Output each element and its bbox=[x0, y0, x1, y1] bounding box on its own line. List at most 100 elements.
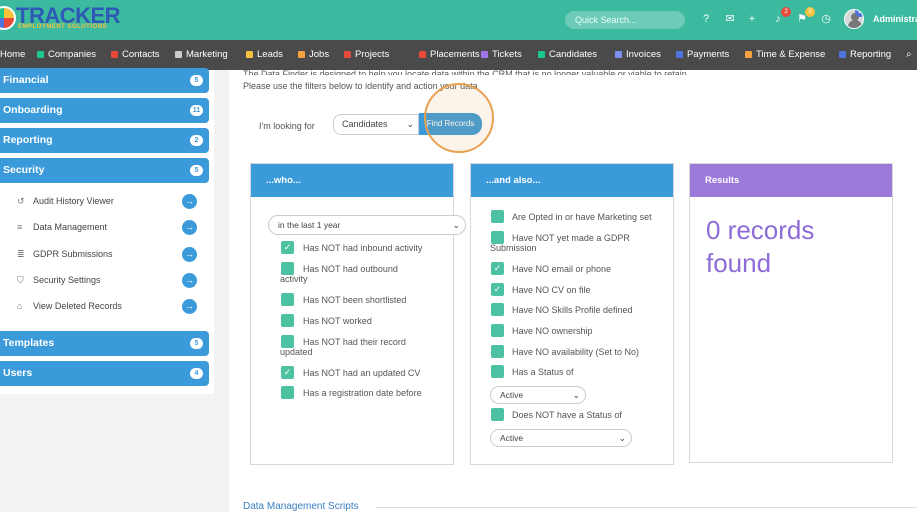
add-icon[interactable]: + bbox=[746, 13, 758, 25]
sidebar-item-audit-history-viewer[interactable]: ↺ Audit History Viewer → bbox=[0, 188, 209, 214]
filter-label: Has NOT had an updated CV bbox=[303, 368, 421, 378]
find-records-button[interactable]: Find Records bbox=[419, 113, 482, 135]
user-name[interactable]: Administrator bbox=[873, 14, 917, 24]
checkbox[interactable] bbox=[491, 365, 504, 378]
checkbox-checked[interactable]: ✓ bbox=[491, 283, 504, 296]
nav-item-reporting[interactable]: Reporting bbox=[839, 40, 891, 70]
help-icon-glyph: ? bbox=[702, 13, 710, 25]
checkbox[interactable] bbox=[491, 324, 504, 337]
nav-item-companies[interactable]: Companies bbox=[37, 40, 96, 70]
sidebar-section-reporting[interactable]: Reporting 2 bbox=[0, 128, 209, 153]
checkbox[interactable] bbox=[491, 210, 504, 223]
record-type-select[interactable]: Candidates ⌄ bbox=[333, 114, 419, 135]
checkbox-checked[interactable]: ✓ bbox=[491, 262, 504, 275]
sidebar-item-security-settings[interactable]: ⛉ Security Settings → bbox=[0, 267, 209, 293]
chevron-down-icon: ⌄ bbox=[406, 119, 414, 129]
history-icon: ↺ bbox=[17, 196, 25, 206]
chevron-down-icon: ⌄ bbox=[618, 433, 626, 443]
sidebar-section-label: Security bbox=[3, 164, 45, 176]
nav-item-label: Leads bbox=[257, 49, 283, 60]
filter-label: Has NOT worked bbox=[303, 316, 372, 326]
logo-mark-icon bbox=[0, 6, 16, 30]
avatar[interactable]: 2 bbox=[844, 9, 864, 29]
filter-label: Has a Status of bbox=[512, 367, 574, 377]
sidebar-section-label: Financial bbox=[3, 74, 49, 86]
sidebar-section-onboarding[interactable]: Onboarding 11 bbox=[0, 98, 209, 123]
period-value: in the last 1 year bbox=[278, 220, 341, 230]
checkbox[interactable] bbox=[491, 408, 504, 421]
flag-icon[interactable]: ⚑ 3 bbox=[796, 7, 815, 25]
period-select[interactable]: in the last 1 year ⌄ bbox=[268, 215, 466, 235]
nav-item-label: Home bbox=[0, 49, 26, 60]
filter-label: activity bbox=[280, 273, 308, 284]
nav-item-label: Marketing bbox=[186, 49, 228, 60]
sidebar-item-view-deleted-records[interactable]: ⌂ View Deleted Records → bbox=[0, 293, 209, 319]
database-icon: ≡ bbox=[17, 222, 23, 232]
status-select[interactable]: Active ⌄ bbox=[490, 386, 586, 404]
filter-label: Has a registration date before bbox=[303, 388, 422, 398]
filter-label: Have NO Skills Profile defined bbox=[512, 305, 633, 315]
nav-item-marketing[interactable]: Marketing bbox=[175, 40, 228, 70]
arrow-right-icon[interactable]: → bbox=[182, 247, 197, 262]
nav-search-icon[interactable]: ⌕ bbox=[906, 40, 912, 70]
nav-icon bbox=[344, 50, 351, 58]
also-panel: ...and also... Are Opted in or have Mark… bbox=[470, 163, 674, 465]
sidebar-section-label: Onboarding bbox=[3, 104, 63, 116]
not-status-select[interactable]: Active ⌄ bbox=[490, 429, 632, 447]
nav-icon bbox=[676, 50, 683, 58]
record-type-value: Candidates bbox=[342, 119, 388, 129]
sidebar-section-count: 4 bbox=[190, 368, 203, 379]
nav-icon bbox=[538, 50, 545, 58]
checkbox[interactable] bbox=[281, 293, 294, 306]
nav-item-label: Projects bbox=[355, 49, 390, 60]
checkbox[interactable] bbox=[491, 345, 504, 358]
sidebar-item-gdpr-submissions[interactable]: ≣ GDPR Submissions → bbox=[0, 241, 209, 267]
arrow-right-icon[interactable]: → bbox=[182, 220, 197, 235]
nav-item-home[interactable]: Home bbox=[0, 40, 25, 70]
sidebar-item-label: Audit History Viewer bbox=[33, 196, 114, 206]
intro-text-2: Please use the filters below to identify… bbox=[243, 81, 478, 91]
nav-item-label: Reporting bbox=[850, 49, 892, 60]
avatar-badge: 2 bbox=[855, 10, 863, 17]
nav-icon bbox=[615, 50, 622, 58]
quick-search-input[interactable] bbox=[565, 11, 685, 29]
nav-item-time-expense[interactable]: Time & Expense bbox=[745, 40, 825, 70]
nav-icon bbox=[175, 50, 182, 58]
notification-badge: 2 bbox=[781, 7, 791, 17]
sidebar-section-financial[interactable]: Financial 5 bbox=[0, 68, 209, 93]
sidebar-section-count: 5 bbox=[190, 165, 203, 176]
nav-icon bbox=[37, 50, 44, 58]
sidebar-section-label: Users bbox=[3, 367, 33, 379]
notification-badge: 3 bbox=[805, 7, 815, 17]
help-icon[interactable]: ? bbox=[700, 13, 712, 25]
looking-for-label: I'm looking for bbox=[259, 121, 315, 131]
not-status-value: Active bbox=[500, 433, 524, 443]
nav-item-contacts[interactable]: Contacts bbox=[111, 40, 160, 70]
checkbox[interactable] bbox=[281, 314, 294, 327]
checkbox[interactable] bbox=[491, 303, 504, 316]
sidebar-section-label: Templates bbox=[3, 337, 55, 349]
sidebar-section-templates[interactable]: Templates 5 bbox=[0, 331, 209, 356]
divider bbox=[376, 507, 917, 508]
logo-subtext: EMPLOYMENT SOLUTIONS bbox=[18, 24, 108, 30]
checkbox-checked[interactable]: ✓ bbox=[281, 241, 294, 254]
nav-item-label: Invoices bbox=[626, 49, 661, 60]
bell-icon[interactable]: ♪ 2 bbox=[772, 7, 791, 25]
nav-item-label: Tickets bbox=[492, 49, 522, 60]
arrow-right-icon[interactable]: → bbox=[182, 273, 197, 288]
sidebar-section-security[interactable]: Security 5 bbox=[0, 158, 209, 183]
status-value: Active bbox=[500, 390, 524, 400]
arrow-right-icon[interactable]: → bbox=[182, 194, 197, 209]
sidebar-item-data-management[interactable]: ≡ Data Management → bbox=[0, 214, 209, 240]
arrow-right-icon[interactable]: → bbox=[182, 299, 197, 314]
filter-label: Has NOT been shortlisted bbox=[303, 295, 407, 305]
chat-icon[interactable]: ✉ bbox=[724, 13, 736, 25]
sidebar-section-users[interactable]: Users 4 bbox=[0, 361, 209, 386]
add-icon-glyph: + bbox=[748, 13, 756, 25]
checkbox[interactable] bbox=[281, 386, 294, 399]
filter-label: Have NO CV on file bbox=[512, 285, 591, 295]
data-management-scripts-title[interactable]: Data Management Scripts bbox=[243, 501, 359, 512]
history-icon[interactable]: ◷ bbox=[820, 13, 832, 25]
filter-label: Submission bbox=[490, 242, 537, 253]
checkbox-checked[interactable]: ✓ bbox=[281, 366, 294, 379]
